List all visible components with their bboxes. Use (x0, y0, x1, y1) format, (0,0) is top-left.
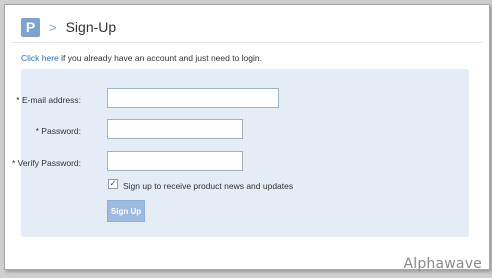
header-divider (12, 42, 482, 43)
page-title: Sign-Up (65, 19, 117, 35)
watermark: Alphawave (403, 256, 482, 272)
sign-up-button[interactable]: Sign Up (107, 200, 145, 222)
password-label: * Password: (35, 126, 81, 136)
newsletter-checkbox-label: Sign up to receive product news and upda… (123, 181, 294, 191)
login-prompt-text: if you already have an account and just … (58, 53, 262, 63)
breadcrumb-separator: > (49, 19, 57, 35)
email-field[interactable] (107, 88, 279, 108)
verify-password-label: * Verify Password: (12, 158, 81, 168)
email-label: * E-mail address: (16, 95, 81, 105)
login-link[interactable]: Click here (21, 53, 59, 63)
p-logo-icon: P (21, 17, 40, 37)
newsletter-checkbox[interactable]: ✓ (108, 179, 118, 189)
signup-window: P > Sign-Up Click here if you already ha… (4, 4, 490, 270)
signup-form-panel: * E-mail address: * Password: * Verify P… (12, 69, 469, 237)
verify-password-field[interactable] (107, 151, 243, 171)
password-field[interactable] (107, 119, 243, 139)
page-header: P > Sign-Up (21, 17, 116, 37)
login-prompt: Click here if you already have an accoun… (21, 53, 262, 63)
